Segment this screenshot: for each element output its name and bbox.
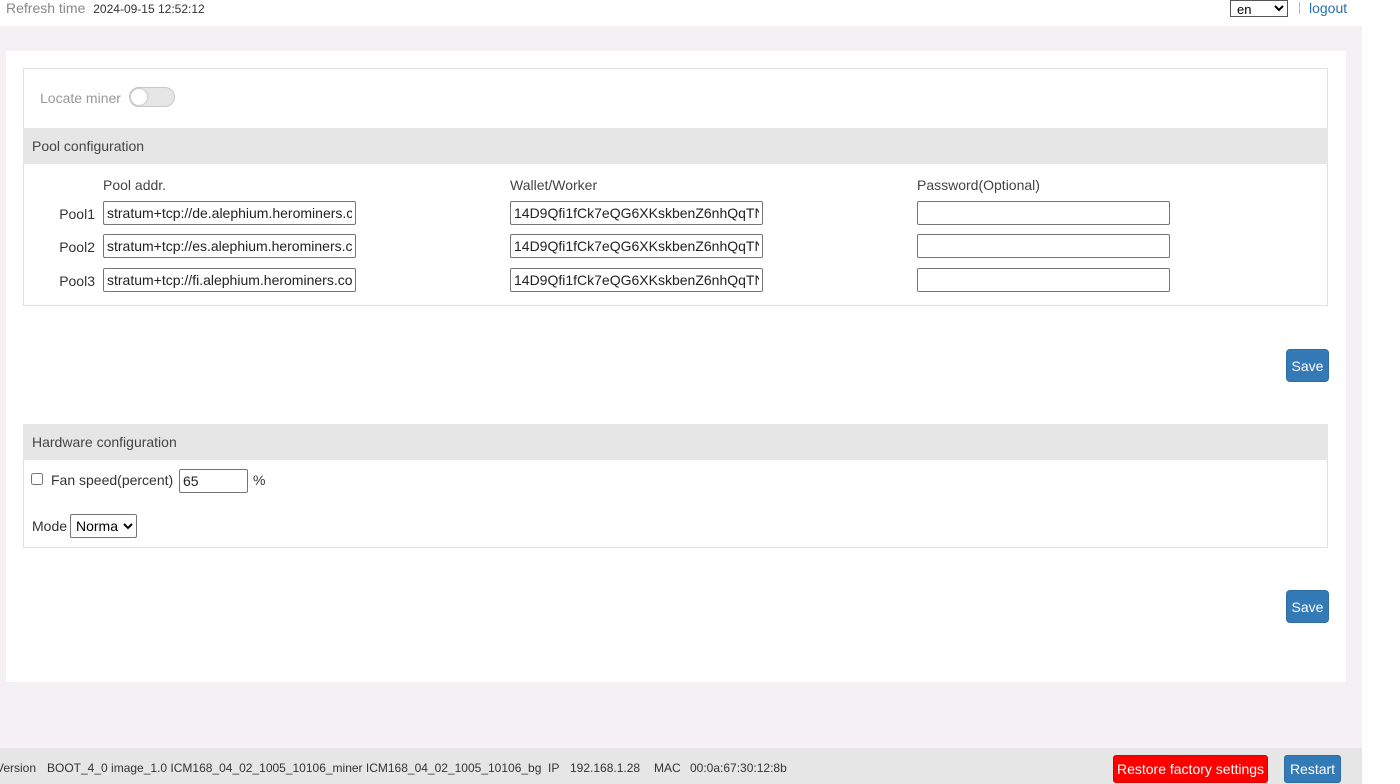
- pool1-label: Pool1: [59, 206, 95, 222]
- refresh-time-label: Refresh time: [6, 0, 86, 16]
- ip-label: IP: [548, 761, 560, 775]
- restart-button[interactable]: Restart: [1284, 755, 1341, 783]
- refresh-time-value: 2024-09-15 12:52:12: [93, 2, 205, 16]
- col-password: Password(Optional): [917, 177, 1040, 193]
- refresh-time: Refresh time 2024-09-15 12:52:12: [6, 0, 205, 16]
- fan-speed-checkbox[interactable]: [31, 473, 43, 485]
- fan-speed-label: Fan speed(percent): [51, 472, 174, 488]
- col-wallet-worker: Wallet/Worker: [510, 177, 598, 193]
- pool2-password-input[interactable]: [917, 234, 1170, 258]
- locate-miner-toggle[interactable]: [129, 87, 175, 107]
- save-hardware-button[interactable]: Save: [1286, 590, 1329, 623]
- pool2-label: Pool2: [59, 239, 95, 255]
- locate-miner-label: Locate miner: [40, 90, 121, 106]
- top-bar: Refresh time 2024-09-15 12:52:12 en logo…: [0, 0, 1362, 26]
- pool1-worker-input[interactable]: [510, 201, 763, 225]
- mac-label: MAC: [654, 761, 681, 775]
- pool1-password-input[interactable]: [917, 201, 1170, 225]
- logout-link[interactable]: logout: [1309, 0, 1347, 16]
- pool-config-title: Pool configuration: [32, 138, 145, 154]
- mac-value: 00:0a:67:30:12:8b: [690, 761, 787, 775]
- pool3-password-input[interactable]: [917, 268, 1170, 292]
- toggle-knob: [131, 89, 147, 105]
- pool1-addr-input[interactable]: [103, 201, 356, 225]
- save-pool-button[interactable]: Save: [1286, 349, 1329, 382]
- pool2-addr-input[interactable]: [103, 234, 356, 258]
- mode-label: Mode: [32, 518, 68, 534]
- col-pool-addr: Pool addr.: [103, 177, 167, 193]
- restore-factory-button[interactable]: Restore factory settings: [1113, 755, 1268, 783]
- divider: [1299, 2, 1300, 14]
- fan-speed-unit: %: [253, 472, 266, 488]
- pool-config-header: Pool configuration: [23, 128, 1328, 164]
- version-label: Version: [0, 761, 37, 775]
- language-select[interactable]: en: [1230, 0, 1288, 17]
- hardware-config-header: Hardware configuration: [23, 424, 1328, 460]
- pool3-addr-input[interactable]: [103, 268, 356, 292]
- ip-value: 192.168.1.28: [570, 761, 641, 775]
- fan-speed-input[interactable]: [179, 469, 248, 493]
- mode-select[interactable]: Normal: [70, 514, 137, 538]
- pool2-worker-input[interactable]: [510, 234, 763, 258]
- hardware-config-title: Hardware configuration: [32, 434, 177, 450]
- pool3-worker-input[interactable]: [510, 268, 763, 292]
- pool3-label: Pool3: [59, 273, 95, 289]
- version-value: BOOT_4_0 image_1.0 ICM168_04_02_1005_101…: [47, 761, 542, 775]
